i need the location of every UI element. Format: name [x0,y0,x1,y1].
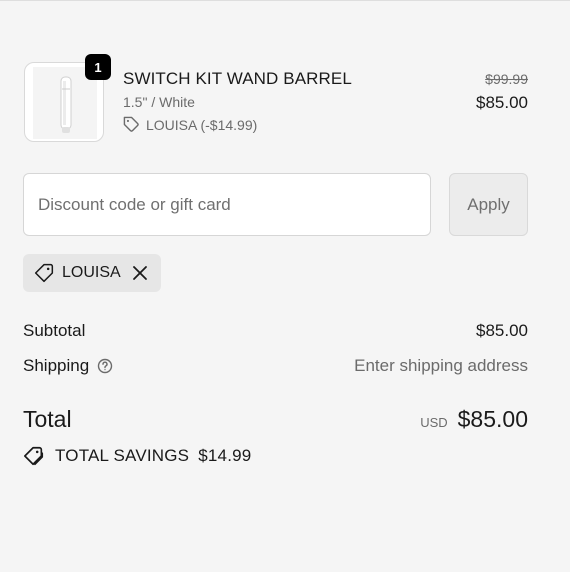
discount-code-input[interactable] [23,173,431,236]
apply-discount-button[interactable]: Apply [449,173,528,236]
total-amount-group: USD $85.00 [420,406,528,433]
remove-discount-icon[interactable] [132,265,148,281]
question-circle-icon[interactable] [97,358,113,374]
product-title: SWITCH KIT WAND BARREL [123,69,352,88]
line-discount: LOUISA (-$14.99) [123,116,257,133]
total-row: Total USD $85.00 [23,404,528,434]
shipping-value: Enter shipping address [354,356,528,375]
savings-label: TOTAL SAVINGS [55,446,190,465]
quantity-badge: 1 [85,54,111,80]
product-variant: 1.5" / White [123,94,195,110]
shipping-label-group: Shipping [23,356,113,376]
final-price: $85.00 [476,93,528,112]
original-price: $99.99 [485,71,528,87]
shipping-row: Shipping Enter shipping address [23,355,528,377]
double-tag-icon [23,445,45,467]
applied-code-label: LOUISA [62,264,121,281]
subtotal-label: Subtotal [23,321,86,340]
total-savings: TOTAL SAVINGS $14.99 [23,444,251,468]
shipping-label: Shipping [23,356,90,375]
subtotal-row: Subtotal $85.00 [23,320,528,342]
tag-icon [123,116,139,132]
total-label: Total [23,405,72,432]
total-amount: $85.00 [457,405,528,432]
subtotal-value: $85.00 [476,321,528,340]
tag-icon [34,263,54,283]
currency-code: USD [420,414,448,430]
line-discount-label: LOUISA (-$14.99) [146,116,258,133]
cart-line-item: 1 SWITCH KIT WAND BARREL 1.5" / White LO… [23,54,528,144]
applied-discount-chip: LOUISA [23,254,161,292]
savings-value: $14.99 [198,446,252,465]
